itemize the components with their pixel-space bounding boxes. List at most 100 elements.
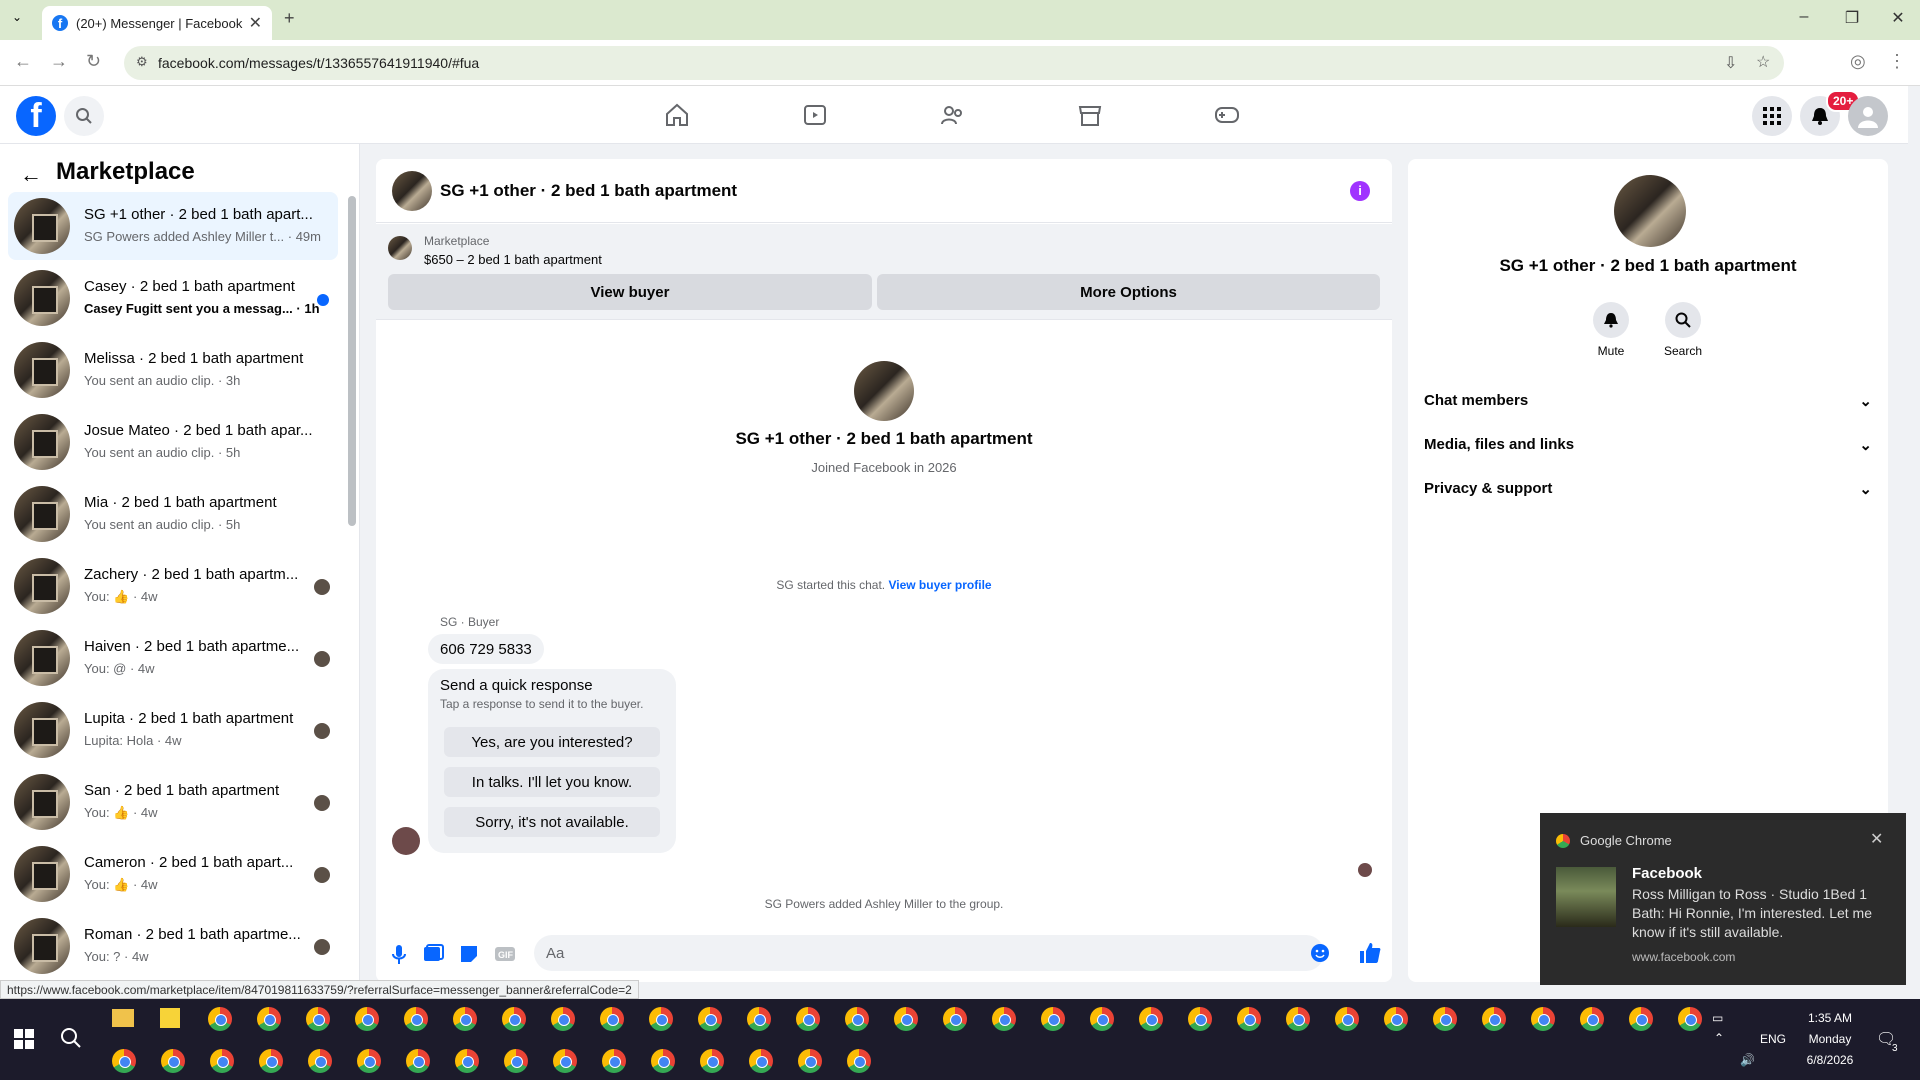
conversation-item[interactable]: Haiven · 2 bed 1 bath apartme... You: @ ·… <box>8 624 338 692</box>
windows-start-icon[interactable] <box>14 1029 34 1049</box>
file-explorer-icon[interactable] <box>112 1009 134 1027</box>
quick-response-option[interactable]: Yes, are you interested? <box>444 727 660 757</box>
chrome-taskbar-icon[interactable] <box>502 1007 526 1031</box>
view-buyer-profile-link[interactable]: View buyer profile <box>888 578 991 592</box>
profile-avatar[interactable] <box>854 361 914 421</box>
chrome-taskbar-icon[interactable] <box>553 1049 577 1073</box>
profile-icon[interactable]: ◎ <box>1850 51 1866 72</box>
bookmark-star-icon[interactable]: ☆ <box>1756 52 1770 72</box>
sidebar-scrollbar[interactable] <box>348 196 356 526</box>
language-indicator[interactable]: ENG <box>1760 1032 1786 1046</box>
quick-response-option[interactable]: Sorry, it's not available. <box>444 807 660 837</box>
chrome-taskbar-icon[interactable] <box>161 1049 185 1073</box>
chrome-taskbar-icon[interactable] <box>700 1049 724 1073</box>
chrome-taskbar-icon[interactable] <box>796 1007 820 1031</box>
chrome-taskbar-icon[interactable] <box>259 1049 283 1073</box>
chrome-taskbar-icon[interactable] <box>1384 1007 1408 1031</box>
close-tab-icon[interactable]: ✕ <box>249 13 262 33</box>
chrome-taskbar-icon[interactable] <box>306 1007 330 1031</box>
chrome-taskbar-icon[interactable] <box>112 1049 136 1073</box>
chrome-taskbar-icon[interactable] <box>355 1007 379 1031</box>
conversation-item[interactable]: Zachery · 2 bed 1 bath apartm... You: 👍 ·… <box>8 552 338 620</box>
chrome-taskbar-icon[interactable] <box>1090 1007 1114 1031</box>
clock-time[interactable]: 1:35 AM <box>1800 1011 1860 1025</box>
window-close-icon[interactable]: ✕ <box>1878 8 1918 28</box>
conversation-item[interactable]: Roman · 2 bed 1 bath apartme... You: ? · … <box>8 912 338 980</box>
chrome-taskbar-icon[interactable] <box>698 1007 722 1031</box>
photo-icon[interactable] <box>422 943 444 965</box>
chrome-taskbar-icon[interactable] <box>504 1049 528 1073</box>
nav-gaming[interactable] <box>1210 100 1244 130</box>
sticky-notes-icon[interactable] <box>160 1008 180 1028</box>
chrome-taskbar-icon[interactable] <box>210 1049 234 1073</box>
message-input[interactable]: Aa <box>534 935 1329 971</box>
microphone-icon[interactable] <box>388 943 410 965</box>
gif-icon[interactable]: GIF <box>494 943 516 965</box>
listing-thumbnail[interactable] <box>388 236 412 260</box>
nav-marketplace[interactable] <box>1073 100 1107 130</box>
chrome-taskbar-icon[interactable] <box>1678 1007 1702 1031</box>
back-icon[interactable]: ← <box>14 51 32 72</box>
nav-video[interactable] <box>798 100 832 130</box>
conversation-item[interactable]: Josue Mateo · 2 bed 1 bath apar... You se… <box>8 408 338 476</box>
emoji-icon[interactable] <box>1310 943 1330 963</box>
nav-groups[interactable] <box>936 100 970 130</box>
clock-date[interactable]: 6/8/2026 <box>1800 1053 1860 1067</box>
conversation-item[interactable]: Melissa · 2 bed 1 bath apartment You sent… <box>8 336 338 404</box>
view-buyer-button[interactable]: View buyer <box>388 274 872 310</box>
chrome-taskbar-icon[interactable] <box>357 1049 381 1073</box>
new-tab-icon[interactable]: + <box>284 8 295 29</box>
chat-avatar[interactable] <box>392 171 432 211</box>
account-avatar[interactable] <box>1848 96 1888 136</box>
sticker-icon[interactable] <box>458 943 480 965</box>
chrome-taskbar-icon[interactable] <box>847 1049 871 1073</box>
conversation-item[interactable]: Cameron · 2 bed 1 bath apart... You: 👍 · … <box>8 840 338 908</box>
quick-response-option[interactable]: In talks. I'll let you know. <box>444 767 660 797</box>
media-files-links-section[interactable]: Media, files and links ⌄ <box>1424 436 1872 454</box>
chrome-taskbar-icon[interactable] <box>308 1049 332 1073</box>
chrome-taskbar-icon[interactable] <box>602 1049 626 1073</box>
conversation-item[interactable]: SG +1 other · 2 bed 1 bath apart... SG Po… <box>8 192 338 260</box>
chrome-taskbar-icon[interactable] <box>1531 1007 1555 1031</box>
volume-icon[interactable]: 🔊 <box>1740 1053 1755 1067</box>
reload-icon[interactable]: ↻ <box>86 51 101 72</box>
conversation-item[interactable]: Casey · 2 bed 1 bath apartment Casey Fugi… <box>8 264 338 332</box>
chrome-taskbar-icon[interactable] <box>992 1007 1016 1031</box>
conversation-item[interactable]: San · 2 bed 1 bath apartment You: 👍 · 4w <box>8 768 338 836</box>
message-bubble[interactable]: 606 729 5833 <box>428 634 544 664</box>
chrome-taskbar-icon[interactable] <box>1286 1007 1310 1031</box>
chrome-taskbar-icon[interactable] <box>551 1007 575 1031</box>
search-in-conversation-button[interactable]: Search <box>1653 302 1713 358</box>
sender-avatar[interactable] <box>392 827 420 855</box>
chrome-taskbar-icon[interactable] <box>747 1007 771 1031</box>
chrome-taskbar-icon[interactable] <box>798 1049 822 1073</box>
facebook-logo[interactable]: f <box>16 96 56 136</box>
chrome-taskbar-icon[interactable] <box>845 1007 869 1031</box>
privacy-support-section[interactable]: Privacy & support ⌄ <box>1424 480 1872 498</box>
menu-button[interactable] <box>1752 96 1792 136</box>
clock-day[interactable]: Monday <box>1800 1032 1860 1046</box>
chrome-taskbar-icon[interactable] <box>649 1007 673 1031</box>
listing-price[interactable]: $650 – 2 bed 1 bath apartment <box>424 252 602 267</box>
chrome-taskbar-icon[interactable] <box>455 1049 479 1073</box>
chrome-taskbar-icon[interactable] <box>1335 1007 1359 1031</box>
chat-title[interactable]: SG +1 other · 2 bed 1 bath apartment <box>440 181 737 201</box>
restore-icon[interactable]: ❐ <box>1832 8 1872 28</box>
info-avatar[interactable] <box>1614 175 1686 247</box>
chrome-taskbar-icon[interactable] <box>1482 1007 1506 1031</box>
chrome-taskbar-icon[interactable] <box>651 1049 675 1073</box>
chrome-taskbar-icon[interactable] <box>1629 1007 1653 1031</box>
mute-button[interactable]: Mute <box>1581 302 1641 358</box>
facebook-search-button[interactable] <box>64 96 104 136</box>
tray-chevron-icon[interactable]: ⌃ <box>1714 1031 1724 1045</box>
chrome-taskbar-icon[interactable] <box>1139 1007 1163 1031</box>
more-options-button[interactable]: More Options <box>877 274 1380 310</box>
chrome-taskbar-icon[interactable] <box>208 1007 232 1031</box>
chrome-taskbar-icon[interactable] <box>404 1007 428 1031</box>
back-arrow-icon[interactable]: ← <box>20 162 42 188</box>
site-info-icon[interactable]: ⚙ <box>136 54 148 70</box>
chrome-taskbar-icon[interactable] <box>1237 1007 1261 1031</box>
chrome-taskbar-icon[interactable] <box>943 1007 967 1031</box>
chrome-taskbar-icon[interactable] <box>749 1049 773 1073</box>
url-field[interactable]: ⚙ facebook.com/messages/t/13365576419119… <box>124 46 1784 80</box>
